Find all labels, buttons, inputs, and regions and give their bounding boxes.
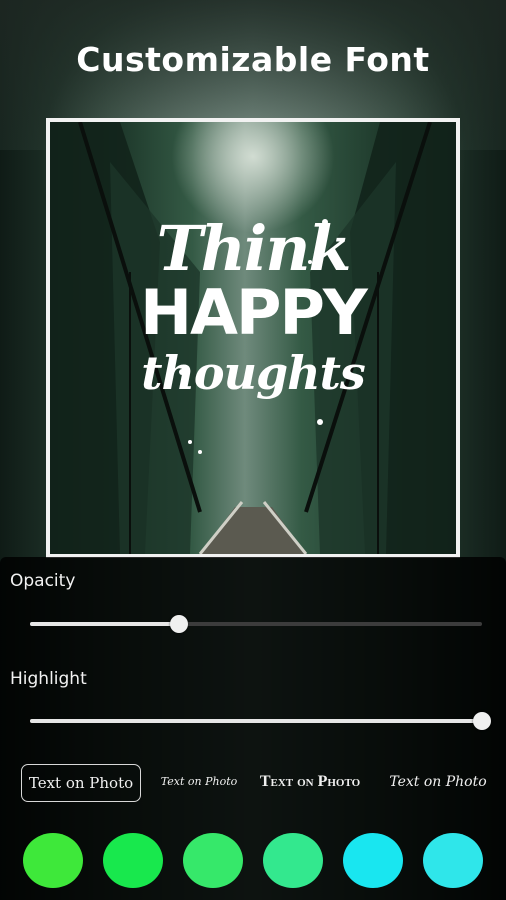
highlight-label: Highlight: [10, 669, 87, 689]
quote-overlay[interactable]: Think HAPPY thoughts: [50, 212, 456, 401]
color-swatch-1[interactable]: [23, 833, 83, 888]
color-swatch-5[interactable]: [343, 833, 403, 888]
highlight-slider[interactable]: [30, 712, 491, 730]
font-option-2[interactable]: Text on Photo: [160, 764, 238, 800]
page-title: Customizable Font: [76, 40, 430, 79]
font-option-3[interactable]: Text on Photo: [252, 764, 368, 800]
color-swatch-2[interactable]: [103, 833, 163, 888]
color-swatch-6[interactable]: [423, 833, 483, 888]
opacity-slider[interactable]: [30, 615, 482, 633]
quote-line-2: HAPPY: [140, 276, 368, 349]
quote-line-3: thoughts: [141, 346, 366, 400]
color-swatch-3[interactable]: [183, 833, 243, 888]
color-swatch-4[interactable]: [263, 833, 323, 888]
photo-preview[interactable]: Think HAPPY thoughts: [46, 118, 460, 558]
highlight-slider-thumb[interactable]: [473, 712, 491, 730]
opacity-slider-fill: [30, 622, 180, 626]
font-option-1[interactable]: Text on Photo: [21, 764, 141, 802]
font-style-list: Text on Photo Text on Photo Text on Phot…: [0, 764, 506, 804]
opacity-slider-thumb[interactable]: [170, 615, 189, 633]
font-option-4[interactable]: Text on Photo: [384, 764, 492, 800]
highlight-slider-fill: [30, 719, 482, 723]
quote-line-1: Think: [156, 212, 352, 285]
opacity-label: Opacity: [10, 571, 76, 591]
